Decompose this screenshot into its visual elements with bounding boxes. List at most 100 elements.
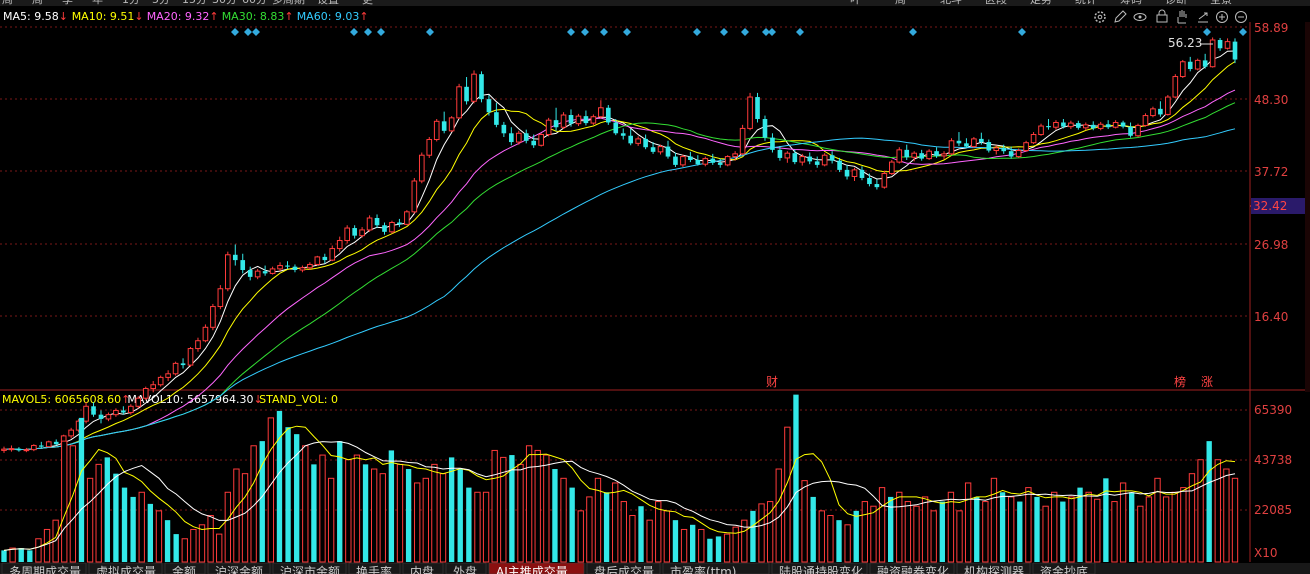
- candle[interactable]: [821, 153, 828, 167]
- candle[interactable]: [926, 149, 932, 160]
- tab-2[interactable]: 金额: [164, 562, 206, 574]
- volume-bar[interactable]: [396, 463, 404, 563]
- volume-bar[interactable]: [78, 417, 85, 562]
- top-menu-item[interactable]: 周: [32, 0, 43, 6]
- volume-bar[interactable]: [207, 515, 214, 563]
- volume-bar[interactable]: [198, 524, 206, 563]
- volume-bar[interactable]: [190, 528, 197, 563]
- volume-bar[interactable]: [990, 477, 998, 563]
- candle[interactable]: [888, 159, 895, 175]
- volume-bar[interactable]: [1094, 498, 1101, 563]
- candle[interactable]: [1172, 74, 1179, 99]
- volume-bar[interactable]: [1137, 505, 1144, 563]
- volume-bar[interactable]: [61, 440, 68, 563]
- top-menu-item[interactable]: 北斗: [940, 0, 962, 6]
- volume-bar[interactable]: [259, 441, 265, 562]
- candle[interactable]: [217, 285, 224, 310]
- volume-bar[interactable]: [224, 491, 231, 563]
- volume-bar[interactable]: [672, 520, 679, 562]
- top-menu-item[interactable]: 多周期: [272, 0, 305, 6]
- volume-bar[interactable]: [147, 503, 154, 562]
- volume-bar[interactable]: [181, 538, 188, 563]
- volume-bar[interactable]: [1145, 496, 1153, 563]
- top-menu-item[interactable]: 5分: [152, 0, 170, 6]
- volume-bar[interactable]: [155, 510, 163, 563]
- candle[interactable]: [747, 92, 753, 131]
- volume-bar[interactable]: [525, 445, 533, 563]
- top-menu-item[interactable]: 周: [2, 0, 13, 6]
- candle[interactable]: [448, 116, 455, 133]
- volume-bar[interactable]: [836, 520, 842, 562]
- volume-bar[interactable]: [1214, 459, 1221, 563]
- candle[interactable]: [1142, 113, 1149, 127]
- volume-bar[interactable]: [956, 510, 963, 563]
- candle[interactable]: [433, 119, 440, 142]
- top-menu-item[interactable]: 诊断: [1165, 0, 1187, 6]
- volume-bar[interactable]: [680, 528, 688, 563]
- volume-bar[interactable]: [233, 468, 240, 563]
- volume-bar[interactable]: [982, 501, 989, 563]
- volume-bar[interactable]: [577, 510, 584, 563]
- tab-8[interactable]: AI主推成交量: [488, 562, 585, 574]
- volume-bar[interactable]: [18, 548, 24, 562]
- volume-bar[interactable]: [629, 515, 636, 563]
- volume-bar[interactable]: [1129, 492, 1135, 562]
- volume-bar[interactable]: [1119, 482, 1127, 563]
- candle[interactable]: [135, 396, 142, 409]
- volume-bar[interactable]: [491, 449, 498, 563]
- candle[interactable]: [755, 92, 760, 123]
- candle[interactable]: [1023, 140, 1029, 152]
- volume-bar[interactable]: [353, 454, 361, 563]
- tab-5[interactable]: 换手率: [348, 562, 401, 574]
- candle[interactable]: [1135, 123, 1141, 138]
- candle[interactable]: [314, 255, 321, 266]
- volume-bar[interactable]: [121, 487, 128, 562]
- volume-bar[interactable]: [1051, 491, 1058, 563]
- top-menu-item[interactable]: 季: [62, 0, 73, 6]
- volume-bar[interactable]: [1162, 496, 1170, 563]
- candle[interactable]: [366, 215, 373, 232]
- volume-bar[interactable]: [810, 496, 816, 562]
- volume-bar[interactable]: [801, 480, 808, 563]
- volume-bar[interactable]: [362, 464, 369, 562]
- volume-bar[interactable]: [818, 510, 825, 563]
- volume-bar[interactable]: [69, 445, 77, 563]
- volume-bar[interactable]: [1025, 487, 1032, 563]
- candle[interactable]: [225, 251, 231, 292]
- candle[interactable]: [45, 440, 52, 448]
- volume-bar[interactable]: [870, 505, 877, 563]
- volume-bar[interactable]: [35, 538, 42, 563]
- volume-bar[interactable]: [104, 457, 110, 562]
- top-menu-item[interactable]: 15分: [182, 0, 207, 6]
- volume-bar[interactable]: [715, 536, 722, 562]
- volume-bar[interactable]: [999, 492, 1006, 562]
- volume-bar[interactable]: [793, 394, 799, 562]
- volume-bar[interactable]: [534, 449, 541, 563]
- candle[interactable]: [202, 324, 209, 343]
- volume-bar[interactable]: [130, 496, 136, 562]
- candle[interactable]: [881, 170, 888, 189]
- top-menu-item[interactable]: 60分: [242, 0, 267, 6]
- candle[interactable]: [479, 71, 484, 103]
- top-menu-item[interactable]: 周: [895, 0, 906, 6]
- volume-bar[interactable]: [921, 496, 929, 563]
- volume-bar[interactable]: [646, 519, 653, 563]
- volume-bar[interactable]: [431, 463, 438, 563]
- candle[interactable]: [471, 70, 477, 104]
- volume-bar[interactable]: [1, 550, 7, 562]
- candle[interactable]: [971, 137, 977, 148]
- volume-bar[interactable]: [337, 441, 343, 562]
- candle[interactable]: [896, 147, 903, 164]
- volume-bar[interactable]: [482, 491, 490, 563]
- volume-bar[interactable]: [370, 468, 378, 563]
- candle[interactable]: [538, 133, 544, 147]
- volume-bar[interactable]: [1042, 505, 1049, 563]
- volume-bar[interactable]: [302, 445, 309, 563]
- volume-bar[interactable]: [422, 477, 429, 563]
- volume-bar[interactable]: [1008, 496, 1015, 563]
- tab-0[interactable]: 多周期成交量: [1, 562, 87, 574]
- candle[interactable]: [456, 83, 462, 120]
- candle[interactable]: [157, 375, 164, 387]
- volume-bar[interactable]: [95, 463, 102, 563]
- volume-bar[interactable]: [878, 487, 886, 563]
